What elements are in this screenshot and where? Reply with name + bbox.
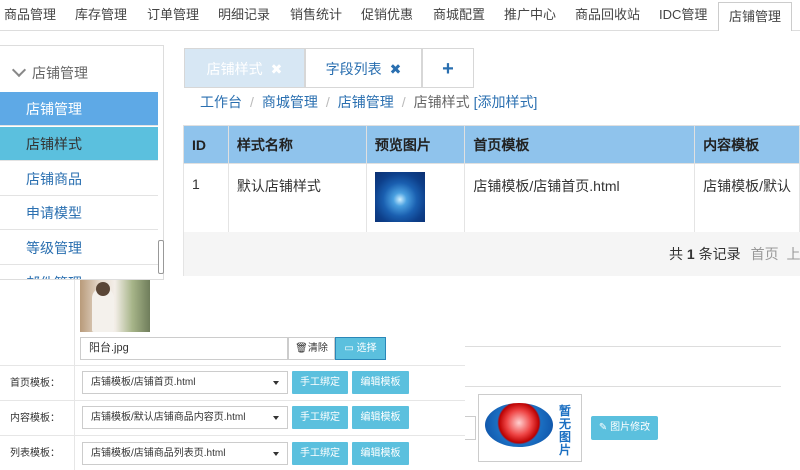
placeholder-logo	[485, 403, 553, 447]
select-value: 店铺模板/店铺商品列表页.html	[91, 448, 226, 459]
edit-template-button[interactable]: 编辑模板	[352, 442, 409, 465]
pencil-icon: ✎	[598, 422, 608, 433]
breadcrumb: 工作台 / 商城管理 / 店铺管理 / 店铺样式 [添加样式]	[200, 92, 537, 112]
clear-label: 清除	[307, 343, 328, 354]
breadcrumb-separator: /	[250, 94, 254, 110]
nav-item-mall-config[interactable]: 商城配置	[433, 0, 485, 30]
sidebar-item-shop-goods[interactable]: 店铺商品	[0, 162, 158, 196]
tab-field-list[interactable]: 字段列表 ✖	[305, 48, 422, 88]
column-divider	[74, 280, 75, 470]
add-tab-button[interactable]: +	[422, 48, 474, 88]
column-header-id[interactable]: ID	[183, 125, 229, 164]
pager-suffix: 条记录	[698, 246, 741, 262]
prev-page-link[interactable]: 上一	[786, 246, 800, 262]
sidebar-item-mail-management[interactable]: 邮件管理	[0, 266, 158, 279]
nav-item-orders[interactable]: 订单管理	[147, 0, 199, 30]
plus-icon: +	[442, 58, 454, 80]
manual-bind-button[interactable]: 手工绑定	[292, 442, 348, 465]
breadcrumb-separator: /	[401, 94, 406, 110]
nav-item-details[interactable]: 明细记录	[218, 0, 270, 30]
list-template-select[interactable]: 店铺模板/店铺商品列表页.html	[82, 442, 288, 465]
sidebar-item-apply-model[interactable]: 申请模型	[0, 196, 158, 230]
record-count: 1	[686, 246, 695, 262]
content-template-label: 内容模板：	[10, 413, 60, 424]
image-url-input[interactable]	[465, 416, 476, 440]
trash-icon: 🗑	[295, 343, 308, 354]
divider	[465, 346, 781, 347]
column-header-home-template[interactable]: 首页模板	[464, 125, 696, 164]
sidebar-item-shop-style[interactable]: 店铺样式	[0, 127, 158, 161]
image-filename-field[interactable]: 阳台.jpg	[80, 337, 288, 360]
close-icon[interactable]: ✖	[390, 61, 402, 77]
add-style-link[interactable]: [添加样式]	[474, 94, 538, 110]
nav-item-sales[interactable]: 销售统计	[290, 0, 342, 30]
nav-item-recycle-bin[interactable]: 商品回收站	[575, 0, 640, 30]
no-image-text: 暂无图片	[559, 404, 572, 457]
nav-item-shop-management[interactable]: 店铺管理	[718, 2, 793, 31]
nav-item-idc[interactable]: IDC管理	[659, 0, 707, 30]
caret-down-icon	[273, 416, 279, 420]
tab-label: 店铺样式	[206, 61, 263, 77]
sidebar-heading[interactable]: 店铺管理	[0, 59, 88, 87]
nav-item-goods[interactable]: 商品管理	[4, 0, 56, 30]
chevron-down-icon	[11, 62, 27, 78]
manual-bind-button[interactable]: 手工绑定	[292, 371, 348, 394]
list-template-label: 列表模板：	[10, 448, 60, 459]
sidebar-heading-label: 店铺管理	[32, 65, 88, 81]
select-value: 店铺模板/默认店铺商品内容页.html	[91, 412, 246, 423]
pagination: 共 1 条记录首页 上一	[669, 244, 800, 264]
manual-bind-button[interactable]: 手工绑定	[292, 406, 348, 429]
clear-button[interactable]: 🗑清除	[288, 337, 335, 360]
image-edit-button[interactable]: ✎ 图片修改	[591, 416, 658, 440]
no-image-placeholder: 暂无图片	[478, 394, 582, 462]
edit-template-button[interactable]: 编辑模板	[352, 371, 409, 394]
tab-shop-style[interactable]: 店铺样式 ✖	[184, 48, 305, 88]
breadcrumb-mall-management[interactable]: 商城管理	[262, 94, 318, 110]
style-table: ID 样式名称 预览图片 首页模板 内容模板 1 默认店铺样式 店铺模板/店铺首…	[183, 125, 800, 246]
choose-label: 选择	[356, 343, 377, 354]
divider	[465, 386, 781, 387]
column-header-name[interactable]: 样式名称	[227, 125, 367, 164]
home-template-select[interactable]: 店铺模板/店铺首页.html	[82, 371, 288, 394]
nav-item-promo-center[interactable]: 推广中心	[504, 0, 556, 30]
preview-image[interactable]	[374, 172, 425, 222]
top-navigation: 商品管理 库存管理 订单管理 明细记录 销售统计 促销优惠 商城配置 推广中心 …	[0, 0, 800, 31]
pager-prefix: 共	[669, 246, 683, 262]
sidebar: 店铺管理 店铺管理 店铺样式 店铺商品 申请模型 等级管理 邮件管理	[0, 45, 164, 280]
edit-template-button[interactable]: 编辑模板	[352, 406, 409, 429]
sidebar-item-shop-management[interactable]: 店铺管理	[0, 92, 158, 126]
breadcrumb-current: 店铺样式	[413, 94, 470, 110]
template-form: 阳台.jpg 🗑清除 ▭ 选择 首页模板： 店铺模板/店铺首页.html 手工绑…	[0, 280, 465, 470]
home-template-label: 首页模板：	[10, 378, 60, 389]
image-edit-label: 图片修改	[610, 422, 651, 433]
choose-button[interactable]: ▭ 选择	[335, 337, 386, 360]
tab-label: 字段列表	[325, 61, 382, 77]
sidebar-item-level-management[interactable]: 等级管理	[0, 231, 158, 265]
sidebar-scrollbar[interactable]	[158, 240, 164, 274]
breadcrumb-shop-management[interactable]: 店铺管理	[338, 94, 394, 110]
divider	[0, 435, 465, 436]
column-header-content-template[interactable]: 内容模板	[694, 125, 800, 164]
breadcrumb-workbench[interactable]: 工作台	[200, 94, 242, 110]
first-page-link[interactable]: 首页	[751, 246, 779, 262]
photo-figure-head	[96, 282, 110, 296]
nav-item-stock[interactable]: 库存管理	[75, 0, 127, 30]
caret-down-icon	[273, 381, 279, 385]
content-template-select[interactable]: 店铺模板/默认店铺商品内容页.html	[82, 406, 288, 429]
select-value: 店铺模板/店铺首页.html	[91, 377, 196, 388]
divider	[0, 400, 465, 401]
divider	[0, 365, 465, 366]
uploaded-photo[interactable]	[80, 280, 150, 332]
column-header-preview[interactable]: 预览图片	[365, 125, 466, 164]
breadcrumb-separator: /	[325, 94, 330, 110]
nav-item-promotions[interactable]: 促销优惠	[361, 0, 413, 30]
caret-down-icon	[273, 452, 279, 456]
close-icon[interactable]: ✖	[271, 61, 283, 77]
folder-icon: ▭	[344, 343, 354, 354]
